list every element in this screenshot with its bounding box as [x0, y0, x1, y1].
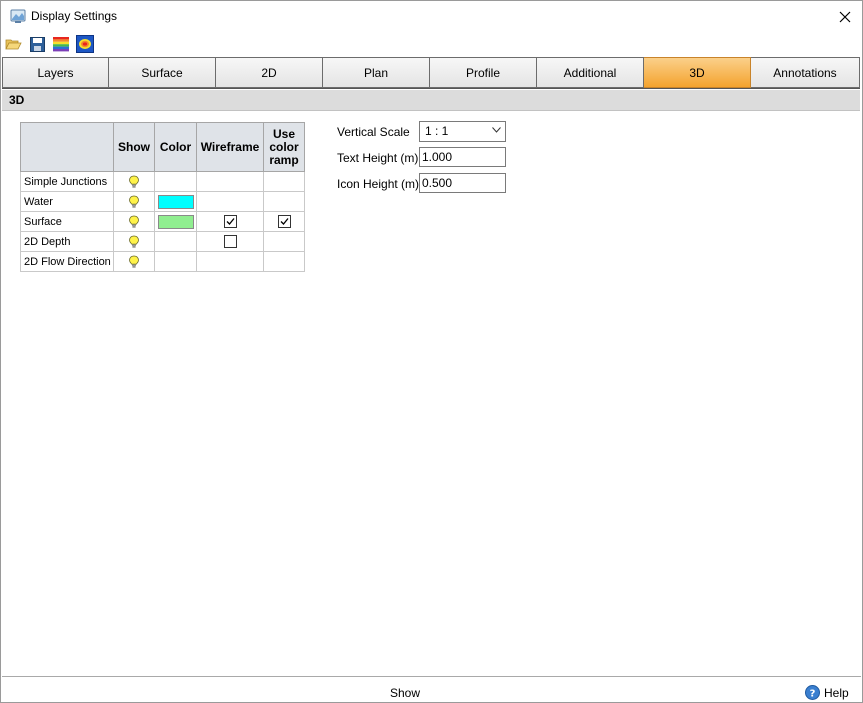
help-label: Help	[824, 685, 849, 700]
tab-label: Additional	[563, 65, 617, 80]
app-icon	[10, 8, 26, 24]
table-row: Surface	[20, 211, 305, 232]
table-corner-cell	[20, 122, 114, 172]
layer-name: 2D Flow Direction	[20, 251, 114, 272]
lightbulb-icon	[128, 235, 140, 249]
layer-name: Simple Junctions	[20, 171, 114, 192]
chevron-down-icon	[492, 127, 501, 133]
column-header-use-color-ramp[interactable]: Use color ramp	[263, 122, 305, 172]
help-button[interactable]: ? Help	[805, 685, 849, 700]
color-ramp-cell	[263, 231, 305, 252]
vertical-scale-select[interactable]: 1 : 1	[419, 121, 506, 142]
tab-label: Plan	[363, 65, 389, 80]
tab-plan[interactable]: Plan	[323, 57, 430, 88]
wireframe-cell	[196, 231, 264, 252]
text-height-input[interactable]: 1.000	[419, 147, 506, 167]
lightbulb-icon	[128, 175, 140, 189]
show-toggle[interactable]	[113, 171, 155, 192]
header-line: color	[269, 139, 299, 154]
table-row: 2D Flow Direction	[20, 251, 305, 272]
vertical-scale-value: 1 : 1	[425, 124, 449, 138]
layers-table: Show Color Wireframe Use color ramp Simp…	[20, 122, 305, 272]
lightbulb-icon	[128, 215, 140, 229]
tab-2d[interactable]: 2D	[216, 57, 323, 88]
table-header-row: Show Color Wireframe Use color ramp	[20, 122, 305, 172]
tab-surface[interactable]: Surface	[109, 57, 216, 88]
tab-label: Annotations	[773, 65, 837, 80]
show-toggle[interactable]	[113, 211, 155, 232]
tab-annotations[interactable]: Annotations	[751, 57, 860, 88]
color-swatch[interactable]	[157, 214, 194, 229]
color-cell	[154, 171, 197, 192]
wireframe-cell	[196, 251, 264, 272]
layer-name: Surface	[20, 211, 114, 232]
color-cell	[154, 191, 197, 212]
color-cell	[154, 211, 197, 232]
tab-label: Layers	[37, 65, 74, 80]
column-header-wireframe[interactable]: Wireframe	[196, 122, 264, 172]
header-line: Use	[272, 126, 295, 141]
color-cell	[154, 251, 197, 272]
svg-text:?: ?	[810, 689, 816, 700]
open-folder-icon	[4, 39, 22, 50]
tab-layers[interactable]: Layers	[2, 57, 109, 88]
render-settings-icon	[76, 35, 94, 53]
color-swatch[interactable]	[157, 194, 194, 209]
tab-label: 2D	[261, 65, 277, 80]
tab-bar: Layers Surface 2D Plan Profile Additiona…	[2, 57, 860, 89]
title-bar: Display Settings	[1, 1, 862, 32]
status-text: Show	[390, 686, 421, 700]
table-row: Water	[20, 191, 305, 212]
icon-height-label: Icon Height (m)	[337, 177, 420, 191]
color-ramp-cell	[263, 211, 305, 232]
wireframe-checkbox[interactable]	[223, 235, 237, 248]
window-title: Display Settings	[31, 9, 118, 23]
save-icon	[29, 36, 45, 52]
tab-label: Profile	[465, 65, 500, 80]
tab-profile[interactable]: Profile	[430, 57, 537, 88]
color-ramp-cell	[263, 251, 305, 272]
wireframe-cell	[196, 211, 264, 232]
table-row: Simple Junctions	[20, 171, 305, 192]
tab-additional[interactable]: Additional	[537, 57, 644, 88]
color-ramp-cell	[263, 191, 305, 212]
color-ramp-icon	[53, 37, 69, 52]
tab-label: Surface	[141, 65, 183, 80]
text-height-label: Text Height (m)	[337, 151, 419, 165]
section-title: 3D	[2, 90, 860, 111]
lightbulb-icon	[128, 255, 140, 269]
show-toggle[interactable]	[113, 231, 155, 252]
wireframe-checkbox[interactable]	[223, 215, 237, 228]
save-button[interactable]	[28, 35, 46, 53]
table-row: 2D Depth	[20, 231, 305, 252]
tab-3d[interactable]: 3D	[644, 57, 751, 88]
close-icon	[839, 11, 851, 22]
show-toggle[interactable]	[113, 251, 155, 272]
color-cell	[154, 231, 197, 252]
render-settings-button[interactable]	[76, 35, 94, 53]
lightbulb-icon	[128, 195, 140, 209]
column-header-show[interactable]: Show	[113, 122, 155, 172]
tab-label: 3D	[689, 65, 705, 80]
close-button[interactable]	[828, 1, 862, 32]
color-ramp-checkbox[interactable]	[277, 215, 291, 228]
wireframe-cell	[196, 171, 264, 192]
layer-name: Water	[20, 191, 114, 212]
header-line: ramp	[269, 152, 299, 167]
layer-name: 2D Depth	[20, 231, 114, 252]
column-header-color[interactable]: Color	[154, 122, 197, 172]
open-button[interactable]	[4, 35, 22, 53]
color-ramp-cell	[263, 171, 305, 192]
toolbar	[4, 35, 94, 55]
color-ramp-button[interactable]	[52, 35, 70, 53]
display-settings-window: Display Settings Layers Surface 2D Plan …	[0, 0, 863, 703]
status-bar: Show ? Help	[2, 676, 861, 702]
help-icon: ?	[805, 685, 820, 700]
icon-height-input[interactable]: 0.500	[419, 173, 506, 193]
wireframe-cell	[196, 191, 264, 212]
vertical-scale-label: Vertical Scale	[337, 125, 410, 139]
show-toggle[interactable]	[113, 191, 155, 212]
